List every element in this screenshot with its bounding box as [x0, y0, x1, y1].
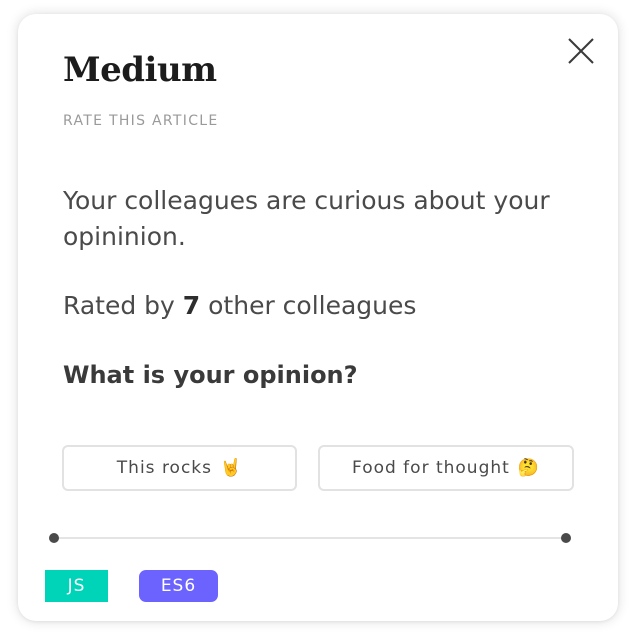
timeline-line — [54, 537, 566, 539]
brand-logo: Medium — [63, 50, 217, 90]
tag-es6[interactable]: ES6 — [139, 570, 218, 602]
this-rocks-label: This rocks — [116, 458, 213, 478]
this-rocks-button[interactable]: This rocks 🤘 — [62, 445, 297, 491]
thinking-face-icon: 🤔 — [517, 458, 540, 478]
rock-hand-icon: 🤘 — [220, 458, 243, 478]
timeline-start-dot — [49, 533, 59, 543]
food-for-thought-label: Food for thought — [352, 458, 510, 478]
question-heading: What is your opinion? — [63, 361, 358, 389]
card-subtitle: RATE THIS ARTICLE — [63, 113, 219, 129]
rated-suffix: other colleagues — [208, 291, 417, 320]
rated-by-text: Rated by 7 other colleagues — [63, 288, 416, 324]
rating-card: Medium RATE THIS ARTICLE Your colleagues… — [18, 14, 618, 621]
tag-js[interactable]: JS — [45, 570, 108, 602]
close-icon[interactable] — [565, 35, 597, 67]
rated-count: 7 — [182, 291, 201, 320]
rated-prefix: Rated by — [63, 291, 175, 320]
food-for-thought-button[interactable]: Food for thought 🤔 — [318, 445, 574, 491]
timeline-divider — [49, 532, 571, 544]
timeline-end-dot — [561, 533, 571, 543]
prompt-text: Your colleagues are curious about your o… — [63, 186, 550, 251]
